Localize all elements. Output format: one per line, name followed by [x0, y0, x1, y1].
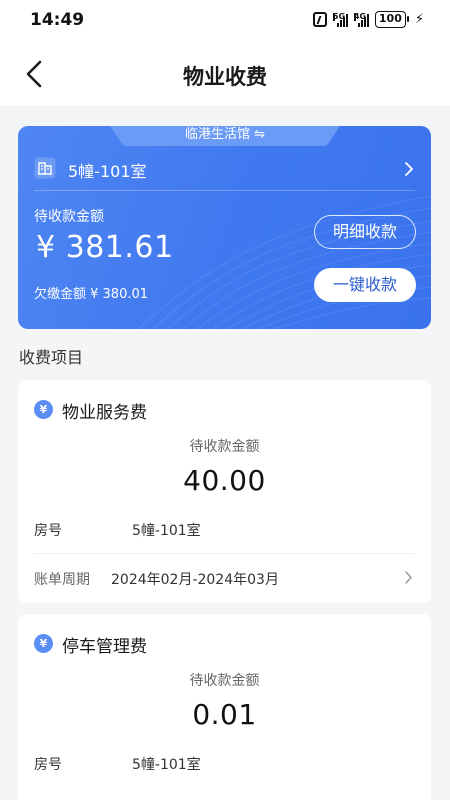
fee-amount-label: 待收款金额	[189, 439, 260, 455]
community-name: 临港生活馆 ⇋	[184, 127, 266, 142]
building-icon	[34, 157, 56, 179]
fee-name: 物业服务费	[62, 403, 147, 423]
fee-card-parking[interactable]: ¥ 停车管理费 待收款金额 0.01 房号 5幢-101室	[18, 614, 431, 800]
fee-name: 停车管理费	[62, 637, 147, 657]
detail-payment-button[interactable]: 明细收款	[314, 215, 416, 249]
fee-card-property-service[interactable]: ¥ 物业服务费 待收款金额 40.00 房号 5幢-101室 账单周期 2024…	[18, 380, 431, 603]
charging-icon: ⚡	[414, 12, 424, 27]
status-bar: 14:49 5G 4G 100 ⚡	[0, 0, 450, 42]
fee-amount-label: 待收款金额	[189, 673, 260, 689]
room-value: 5幢-101室	[132, 757, 201, 773]
billing-period-label: 账单周期	[34, 572, 90, 588]
billing-period-value: 2024年02月-2024年03月	[111, 572, 279, 588]
chevron-right-icon	[405, 162, 413, 176]
nfc-icon	[312, 12, 327, 27]
pay-all-button[interactable]: 一键收款	[314, 268, 416, 302]
page-title: 物业收费	[183, 65, 267, 89]
divider	[34, 190, 415, 191]
room-label: 房号	[34, 523, 62, 539]
divider	[34, 553, 415, 554]
signal-4g-icon: 4G	[353, 12, 369, 27]
room-value: 5幢-101室	[132, 523, 201, 539]
house-number: 5幢-101室	[68, 162, 147, 181]
battery-icon: 100	[374, 11, 409, 28]
status-time: 14:49	[30, 10, 85, 30]
yuan-icon: ¥	[34, 400, 53, 419]
arrears-amount: 欠缴金额 ¥ 380.01	[34, 287, 149, 302]
pending-amount: ¥ 381.61	[36, 230, 174, 265]
chevron-right-icon[interactable]	[404, 570, 413, 585]
nav-bar: 物业收费	[0, 42, 450, 106]
yuan-icon: ¥	[34, 634, 53, 653]
status-icons: 5G 4G 100 ⚡	[312, 11, 424, 28]
house-summary-card: 临港生活馆 ⇋ 5幢-101室 待收款金额 ¥ 381.61 欠缴金额 ¥ 38…	[18, 126, 431, 329]
signal-5g-icon: 5G	[332, 12, 348, 27]
house-selector[interactable]: 5幢-101室	[18, 148, 431, 190]
fee-amount: 0.01	[192, 698, 257, 731]
section-title: 收费项目	[19, 348, 84, 367]
room-label: 房号	[34, 757, 62, 773]
fee-amount: 40.00	[183, 464, 266, 497]
pending-amount-label: 待收款金额	[34, 209, 104, 225]
community-selector[interactable]: 临港生活馆 ⇋	[110, 126, 340, 148]
